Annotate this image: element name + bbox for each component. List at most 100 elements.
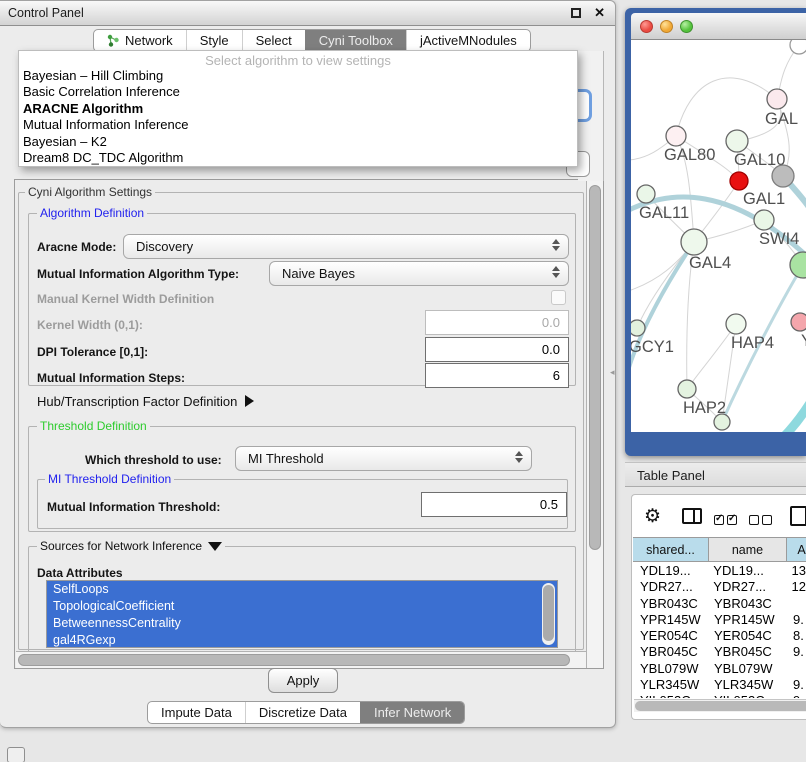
node-label: Y: [801, 332, 806, 350]
kernel-width-field[interactable]: 0.0: [425, 310, 569, 335]
close-traffic-light[interactable]: [640, 20, 653, 33]
sources-title: Sources for Network Inference: [40, 539, 202, 553]
bottom-tab-infer-network[interactable]: Infer Network: [360, 702, 464, 723]
network-edge[interactable]: [676, 78, 777, 136]
gear-icon[interactable]: ⚙: [644, 505, 661, 528]
attribute-item[interactable]: BetweennessCentrality: [47, 615, 557, 632]
table-row[interactable]: YBR045CYBR045C9.: [633, 644, 806, 660]
tab-network[interactable]: Network: [94, 30, 186, 51]
table-cell: YLR345W: [633, 677, 709, 693]
select-all-checkboxes-icon[interactable]: [714, 512, 740, 530]
minimize-traffic-light[interactable]: [660, 20, 673, 33]
dropdown-option[interactable]: Basic Correlation Inference: [19, 84, 577, 100]
network-canvas[interactable]: GALGAL80GAL10GAL1GAL11SWI4GAL4GCY1HAP4YH…: [631, 40, 806, 432]
data-attributes-label: Data Attributes: [37, 566, 123, 580]
kernel-width-label: Kernel Width (0,1):: [37, 318, 143, 332]
collapsed-panel-icon[interactable]: [7, 747, 25, 762]
manual-kernel-checkbox[interactable]: [551, 290, 566, 305]
table-row[interactable]: YPR145WYPR145W9.: [633, 612, 806, 628]
tab-label: Style: [200, 33, 229, 48]
sources-toggle[interactable]: Sources for Network Inference: [37, 539, 225, 553]
table-cell: YPR145W: [633, 612, 709, 628]
clear-checkboxes-icon[interactable]: [749, 512, 775, 530]
mi-threshold-field[interactable]: 0.5: [421, 492, 567, 517]
attribute-item[interactable]: SelfLoops: [47, 581, 557, 598]
network-node[interactable]: [678, 380, 696, 398]
bottom-tab-impute-data[interactable]: Impute Data: [148, 702, 245, 723]
settings-scroll-pane: Cyni Algorithm Settings Algorithm Defini…: [14, 179, 604, 669]
dpi-tolerance-field[interactable]: 0.0: [425, 337, 569, 362]
settings-vertical-scrollbar[interactable]: [586, 180, 603, 668]
network-edge[interactable]: [687, 324, 736, 389]
aracne-mode-label: Aracne Mode:: [37, 240, 116, 254]
settings-horizontal-scrollbar[interactable]: [16, 651, 586, 668]
apply-button[interactable]: Apply: [268, 668, 338, 693]
aracne-mode-combo[interactable]: Discovery: [123, 234, 569, 259]
mi-type-combo[interactable]: Naive Bayes: [269, 261, 569, 286]
network-node[interactable]: [730, 172, 748, 190]
float-window-icon[interactable]: [571, 8, 581, 18]
hub-definition-toggle[interactable]: Hub/Transcription Factor Definition: [37, 394, 254, 409]
dropdown-option[interactable]: Mutual Information Inference: [19, 117, 577, 133]
control-panel-titlebar[interactable]: Control Panel ✕: [0, 1, 615, 26]
table-row[interactable]: YDL19...YDL19...13: [633, 563, 806, 579]
export-table-icon[interactable]: [790, 506, 806, 526]
dropdown-option[interactable]: Dream8 DC_TDC Algorithm: [19, 150, 577, 166]
node-label: GAL80: [664, 146, 715, 164]
network-node[interactable]: [726, 130, 748, 152]
table-cell: 9.: [787, 612, 804, 628]
list-scrollbar[interactable]: [542, 583, 555, 645]
table-row[interactable]: YDR27...YDR27...12: [633, 579, 806, 595]
dropdown-option[interactable]: Bayesian – Hill Climbing: [19, 68, 577, 84]
column-header-name[interactable]: name: [709, 538, 787, 561]
table-row[interactable]: YER054CYER054C8.: [633, 628, 806, 644]
network-view-window: GALGAL80GAL10GAL1GAL11SWI4GAL4GCY1HAP4YH…: [625, 8, 806, 456]
network-edge[interactable]: [631, 242, 694, 382]
network-node[interactable]: [790, 252, 806, 278]
tab-cyni-toolbox[interactable]: Cyni Toolbox: [305, 30, 406, 51]
table-horizontal-scrollbar[interactable]: [634, 699, 806, 712]
dropdown-option[interactable]: ARACNE Algorithm: [19, 101, 577, 117]
table-row[interactable]: YBL079WYBL079W: [633, 661, 806, 677]
network-node[interactable]: [772, 165, 794, 187]
table-panel-header[interactable]: Table Panel: [625, 462, 806, 487]
close-icon[interactable]: ✕: [594, 5, 605, 21]
table-row[interactable]: YIL052CYIL052C9: [633, 693, 806, 698]
network-node[interactable]: [681, 229, 707, 255]
network-node[interactable]: [726, 314, 746, 334]
splitter-arrow-icon[interactable]: ◂: [610, 367, 615, 378]
network-node[interactable]: [714, 414, 730, 430]
mi-steps-value: 6: [553, 368, 560, 383]
table-cell: YDR27...: [708, 579, 785, 595]
mi-steps-field[interactable]: 6: [425, 363, 569, 388]
bottom-tab-discretize-data[interactable]: Discretize Data: [245, 702, 360, 723]
table-cell: YBR045C: [633, 644, 709, 660]
network-node[interactable]: [790, 40, 806, 54]
table-cell: 8.: [787, 628, 804, 644]
tab-style[interactable]: Style: [186, 30, 242, 51]
column-header-a[interactable]: A: [787, 538, 806, 561]
data-attributes-list[interactable]: SelfLoopsTopologicalCoefficientBetweenne…: [46, 580, 558, 648]
network-node[interactable]: [666, 126, 686, 146]
attribute-item[interactable]: TopologicalCoefficient: [47, 598, 557, 615]
tab-select[interactable]: Select: [242, 30, 305, 51]
expand-down-icon: [208, 542, 222, 551]
which-threshold-combo[interactable]: MI Threshold: [235, 446, 532, 471]
columns-icon[interactable]: [682, 508, 702, 524]
table-row[interactable]: YLR345WYLR345W9.: [633, 677, 806, 693]
table-cell: YDR27...: [633, 579, 708, 595]
dropdown-option[interactable]: Bayesian – K2: [19, 134, 577, 150]
attribute-item[interactable]: gal4RGexp: [47, 632, 557, 648]
network-node[interactable]: [631, 320, 645, 336]
network-node[interactable]: [767, 89, 787, 109]
column-header-shared-[interactable]: shared...: [633, 538, 709, 561]
table-cell: YBL079W: [709, 661, 787, 677]
table-row[interactable]: YBR043CYBR043C: [633, 596, 806, 612]
network-edge[interactable]: [759, 400, 806, 432]
network-window-titlebar[interactable]: [631, 13, 806, 40]
network-node[interactable]: [791, 313, 806, 331]
tab-jactivemnodules[interactable]: jActiveMNodules: [406, 30, 530, 51]
network-node[interactable]: [637, 185, 655, 203]
zoom-traffic-light[interactable]: [680, 20, 693, 33]
network-node[interactable]: [754, 210, 774, 230]
